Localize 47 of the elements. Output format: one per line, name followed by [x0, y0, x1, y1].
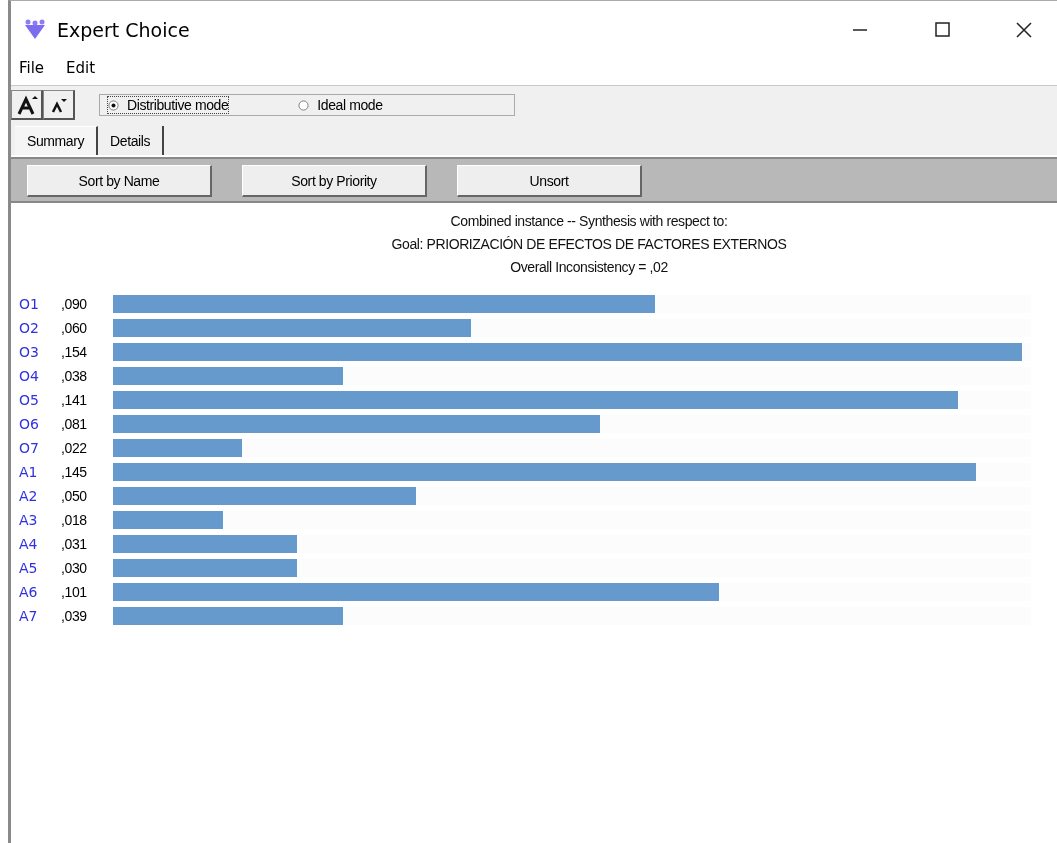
- priority-value: ,018: [61, 512, 88, 528]
- radio-icon: [108, 99, 119, 111]
- font-decrease-button[interactable]: [43, 90, 75, 120]
- radio-icon: [298, 99, 310, 111]
- app-logo-icon: [23, 19, 47, 41]
- node-name: A4: [19, 536, 39, 552]
- synthesis-heading: Overall Inconsistency = ,02: [510, 258, 668, 277]
- sort-button[interactable]: Sort by Priority: [242, 165, 427, 197]
- mode-radio[interactable]: Distributive mode: [108, 97, 229, 113]
- priority-value: ,090: [61, 296, 88, 312]
- window-title: Expert Choice: [57, 19, 190, 41]
- priority-value: ,141: [61, 392, 88, 408]
- sort-button[interactable]: Sort by Name: [27, 165, 212, 197]
- priority-value: ,030: [61, 560, 88, 576]
- node-name: A7: [19, 608, 39, 624]
- node-name: O1: [19, 296, 40, 312]
- priority-value: ,050: [61, 488, 88, 504]
- menu-item[interactable]: Edit: [62, 59, 100, 77]
- priority-value: ,038: [61, 368, 88, 384]
- node-name: O7: [19, 440, 40, 456]
- node-name: O2: [19, 320, 40, 336]
- node-name: A5: [19, 560, 39, 576]
- font-increase-button[interactable]: [11, 90, 43, 120]
- synthesis-heading: Goal: PRIORIZACIÓN DE EFECTOS DE FACTORES EXTERNOS: [391, 235, 787, 254]
- node-name: A3: [19, 512, 39, 528]
- mode-radio[interactable]: Ideal mode: [298, 97, 383, 113]
- priority-value: ,154: [61, 344, 88, 360]
- node-name: A6: [19, 584, 39, 600]
- sort-button[interactable]: Unsort: [457, 165, 642, 197]
- synthesis-heading: Combined instance -- Synthesis with respect to:: [450, 212, 728, 231]
- tab[interactable]: Summary: [15, 126, 99, 155]
- node-name: O6: [19, 416, 40, 432]
- priority-value: ,101: [61, 584, 88, 600]
- node-name: A1: [19, 464, 39, 480]
- letter-a-down-icon: [49, 96, 68, 113]
- priority-value: ,145: [61, 464, 88, 480]
- priority-value: ,031: [61, 536, 88, 552]
- node-name: O5: [19, 392, 40, 408]
- priority-value: ,022: [61, 440, 88, 456]
- priority-value: ,039: [61, 608, 88, 624]
- letter-a-up-icon: [15, 94, 38, 115]
- node-name: O3: [19, 344, 40, 360]
- priority-value: ,060: [61, 320, 88, 336]
- priority-value: ,081: [61, 416, 88, 432]
- menu-item[interactable]: File: [15, 59, 49, 77]
- node-name: A2: [19, 488, 39, 504]
- node-name: O4: [19, 368, 40, 384]
